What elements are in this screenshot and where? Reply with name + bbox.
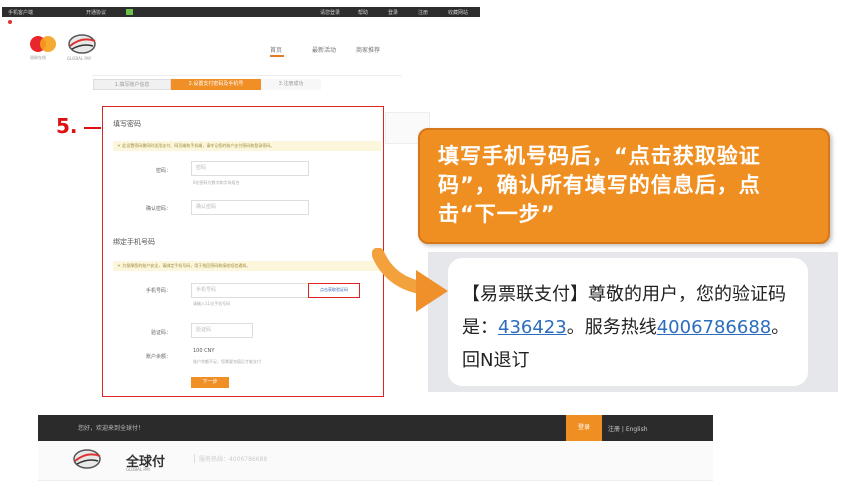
sms-middle: 。服务热线 [566, 317, 657, 338]
balance-hint: 账户余额不足，您需要充值后才能支付 [193, 359, 261, 364]
topbar-item[interactable]: 帮助 [358, 9, 368, 16]
divider [92, 75, 402, 76]
topbar-item: 请您登录 [320, 10, 341, 16]
nav-home[interactable]: 首页 [270, 45, 282, 54]
phone-notice: ＊ 为保障您的账户安全，请绑定手机号码，用于找回密码和接收短信通知。 [113, 261, 381, 271]
annotation-line [84, 127, 101, 129]
next-button[interactable]: 下一步 [191, 377, 229, 388]
globalpay-logo-icon [73, 449, 101, 469]
globalpay-logo-icon [68, 34, 96, 54]
verification-code-input[interactable]: 验证码 [191, 323, 253, 338]
password-notice: ＊ 此设置密码需同时适用支付、网页端和手机端，请牢记您的账户支付密码和登录密码。 [113, 141, 381, 151]
password-label: 密码： [155, 168, 171, 174]
footer-brand-area: 全球付 GLOBAL PAY 服务热线：4006786688 [38, 441, 713, 481]
step-number-annotation: 5. [56, 114, 78, 138]
topbar-item[interactable]: 开通协议 [86, 9, 106, 16]
nav-merchants[interactable]: 商家推荐 [356, 45, 380, 54]
step-account-info: 1.填写账户信息 [93, 79, 171, 90]
instruction-callout: 填写手机号码后，“点击获取验证码”，确认所有填写的信息后，点击“下一步” [418, 128, 830, 244]
sms-hotline-link[interactable]: 4006786688 [657, 317, 772, 338]
footer-hotline: 服务热线：4006786688 [194, 454, 267, 463]
status-icon [126, 9, 133, 15]
curved-arrow-icon [372, 248, 448, 312]
footer-links[interactable]: 注册 | English [608, 424, 648, 433]
nav-activities[interactable]: 最新活动 [312, 45, 336, 54]
step-password-phone: 2.设置支付密码及手机号 [171, 79, 261, 90]
topbar-item[interactable]: 收藏网站 [448, 9, 468, 16]
unionpay-logo-icon [30, 36, 60, 54]
footer-login-button[interactable]: 登录 [566, 415, 602, 441]
balance-value: 100 CNY [193, 348, 215, 354]
phone-label: 手机号码： [145, 288, 171, 294]
section-title-password: 填写密码 [113, 120, 141, 128]
password-input[interactable]: 密码 [191, 161, 309, 176]
footer-bar: 您好，欢迎来到全球付！ 登录 注册 | English [38, 415, 713, 441]
sms-message-bubble: 【易票联支付】尊敬的用户，您的验证码是：436423。服务热线400678668… [448, 258, 808, 386]
top-bar: 手机客户端 开通协议 请您登录 帮助 登录 注册 收藏网站 [2, 7, 480, 17]
confirm-password-label: 确认密码： [145, 206, 171, 212]
phone-input[interactable]: 手机号码 [191, 283, 309, 298]
marker-dot [8, 20, 12, 24]
callout-text: 填写手机号码后，“点击获取验证码”，确认所有填写的信息后，点击“下一步” [438, 144, 761, 226]
nav-active-indicator [270, 55, 284, 57]
topbar-item[interactable]: 注册 [418, 9, 428, 16]
section-title-phone: 绑定手机号码 [113, 238, 155, 246]
sms-code-link[interactable]: 436423 [498, 317, 567, 338]
confirm-password-input[interactable]: 确认密码 [191, 200, 309, 215]
balance-label: 账户余额： [145, 354, 171, 360]
code-label: 验证码： [150, 330, 171, 336]
topbar-item[interactable]: 登录 [388, 9, 398, 16]
footer-brand-sub: GLOBAL PAY [126, 467, 151, 472]
password-hint: 6位密码为数字和字母组合 [193, 180, 240, 185]
sms-text: 【易票联支付】尊敬的用户，您的验证码是：436423。服务热线400678668… [462, 278, 802, 377]
step-success: 3.注册成功 [261, 79, 321, 90]
get-verification-code-button[interactable]: 点击获取验证码 [308, 283, 360, 298]
footer-greeting: 您好，欢迎来到全球付！ [78, 425, 145, 432]
logo-caption: 银联在线 [30, 55, 46, 60]
phone-hint: 请输入11位手机号码 [193, 301, 231, 306]
registration-form-highlight: 填写密码 ＊ 此设置密码需同时适用支付、网页端和手机端，请牢记您的账户支付密码和… [102, 106, 384, 397]
logo-caption: GLOBAL PAY [67, 56, 92, 61]
topbar-item[interactable]: 手机客户端 [8, 9, 33, 16]
